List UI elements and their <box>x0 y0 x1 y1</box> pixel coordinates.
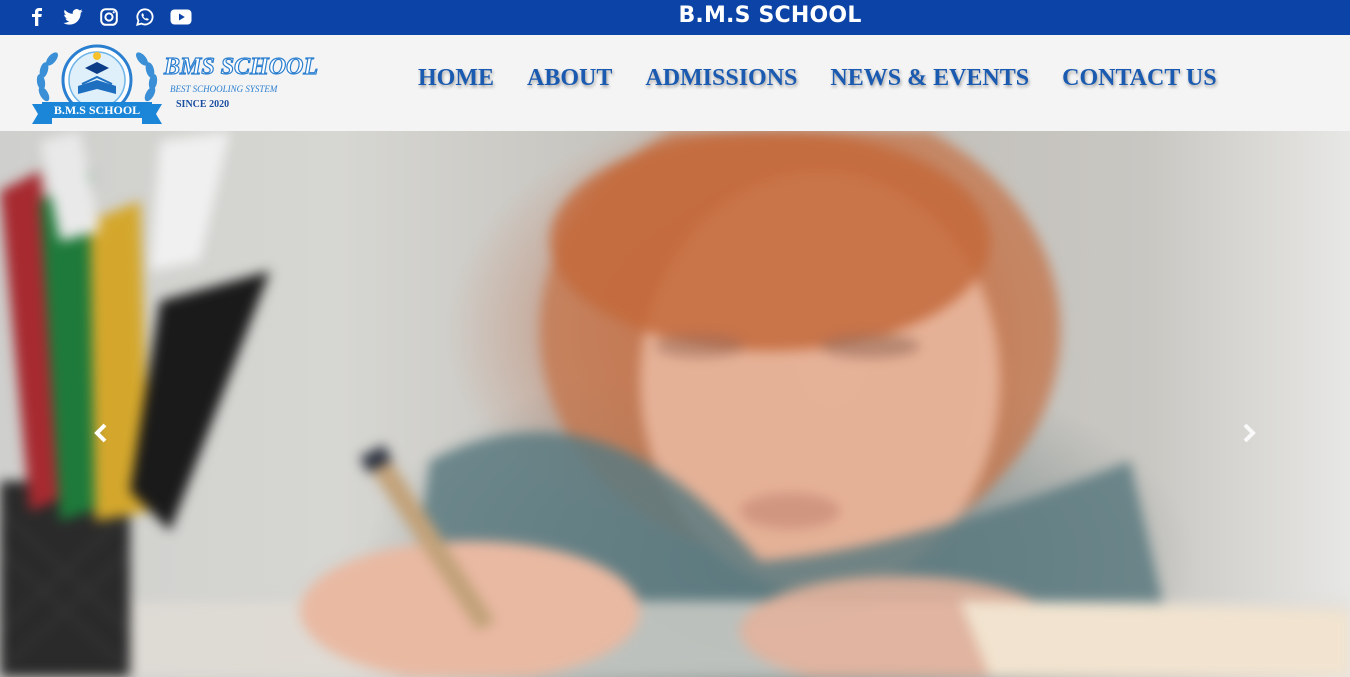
nav-news-events[interactable]: NEWS & EVENTS <box>830 65 1029 92</box>
nav-about[interactable]: ABOUT <box>527 65 612 92</box>
nav-home[interactable]: HOME <box>418 65 494 92</box>
chevron-left-icon <box>94 423 107 443</box>
carousel-next-button[interactable] <box>1236 421 1260 445</box>
logo-ribbon-text: B.M.S SCHOOL <box>54 103 140 117</box>
carousel-prev-button[interactable] <box>90 421 114 445</box>
main-header: B.M.S SCHOOL BMS SCHOOL BEST SCHOOLING S… <box>0 35 1350 131</box>
logo-wordmark: BMS SCHOOL <box>163 54 318 80</box>
top-bar: B.M.S SCHOOL <box>0 0 1350 35</box>
logo-tagline: BEST SCHOOLING SYSTEM <box>170 84 278 94</box>
chevron-right-icon <box>1243 423 1256 443</box>
logo-since: SINCE 2020 <box>176 99 229 110</box>
school-logo[interactable]: B.M.S SCHOOL BMS SCHOOL BEST SCHOOLING S… <box>30 44 330 126</box>
hero-carousel <box>0 131 1350 677</box>
site-brand: B.M.S SCHOOL <box>678 3 862 28</box>
hero-image <box>0 131 1350 677</box>
nav-contact-us[interactable]: CONTACT US <box>1062 65 1216 92</box>
main-nav: HOME ABOUT ADMISSIONS NEWS & EVENTS CONT… <box>418 65 1217 92</box>
nav-admissions[interactable]: ADMISSIONS <box>645 65 797 92</box>
